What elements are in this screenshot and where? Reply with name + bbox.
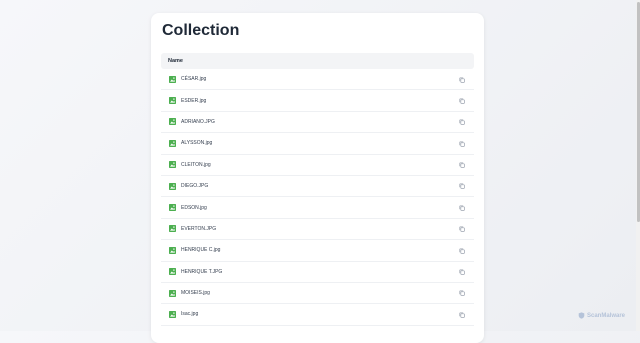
- file-table: Name CÉSAR.jpg ESDER.jpg ADRIANO.JPG ALYSSO…: [161, 53, 474, 326]
- image-file-icon: [169, 118, 176, 126]
- image-file-icon: [169, 75, 176, 83]
- image-file-icon: [169, 182, 176, 190]
- file-name[interactable]: ADRIANO.JPG: [181, 119, 215, 125]
- table-row[interactable]: MOISEIS.jpg: [161, 283, 474, 305]
- image-file-icon: [169, 161, 176, 169]
- scrollbar[interactable]: [636, 0, 640, 331]
- copy-icon[interactable]: [459, 312, 465, 318]
- copy-icon[interactable]: [459, 141, 465, 147]
- table-row[interactable]: CÉSAR.jpg: [161, 69, 474, 91]
- file-name[interactable]: EDSON.jpg: [181, 205, 207, 211]
- file-name[interactable]: ALYSSON.jpg: [181, 140, 212, 146]
- file-name[interactable]: CÉSAR.jpg: [181, 76, 206, 82]
- file-name[interactable]: Isac.jpg: [181, 311, 198, 317]
- table-row[interactable]: HENRIQUE C.jpg: [161, 240, 474, 262]
- file-name[interactable]: CLEITON.jpg: [181, 162, 211, 168]
- table-row[interactable]: ALYSSON.jpg: [161, 133, 474, 155]
- watermark-text: ScanMalware: [587, 312, 626, 319]
- table-row[interactable]: EDSON.jpg: [161, 197, 474, 219]
- table-row[interactable]: HENRIQUE T.JPG: [161, 262, 474, 283]
- file-name[interactable]: ESDER.jpg: [181, 98, 206, 104]
- copy-icon[interactable]: [459, 98, 465, 104]
- copy-icon[interactable]: [459, 119, 465, 126]
- copy-icon[interactable]: [459, 248, 465, 254]
- watermark: ScanMalware: [578, 312, 625, 319]
- image-file-icon: [169, 246, 176, 254]
- image-file-icon: [169, 204, 176, 212]
- table-header: Name: [161, 53, 474, 69]
- column-header-name: Name: [168, 58, 183, 64]
- image-file-icon: [169, 310, 176, 318]
- collection-card: Collection Name CÉSAR.jpg ESDER.jpg ADRIAN…: [151, 13, 484, 343]
- copy-icon[interactable]: [459, 269, 465, 275]
- table-row[interactable]: CLEITON.jpg: [161, 155, 474, 176]
- table-row[interactable]: ESDER.jpg: [161, 90, 474, 112]
- image-file-icon: [169, 289, 176, 297]
- page-title: Collection: [162, 22, 240, 39]
- table-row[interactable]: ADRIANO.JPG: [161, 112, 474, 134]
- image-file-icon: [169, 97, 176, 105]
- file-name[interactable]: MOISEIS.jpg: [181, 290, 210, 296]
- table-row[interactable]: EVERTON.JPG: [161, 219, 474, 241]
- table-body: CÉSAR.jpg ESDER.jpg ADRIANO.JPG ALYSSON.jpg…: [161, 69, 474, 326]
- file-name[interactable]: HENRIQUE C.jpg: [181, 247, 220, 253]
- scrollbar-thumb[interactable]: [636, 2, 640, 222]
- table-row[interactable]: Isac.jpg: [161, 304, 474, 326]
- file-name[interactable]: DIEGO.JPG: [181, 183, 208, 189]
- copy-icon[interactable]: [459, 226, 465, 232]
- table-row[interactable]: DIEGO.JPG: [161, 176, 474, 198]
- file-name[interactable]: HENRIQUE T.JPG: [181, 269, 222, 275]
- file-name[interactable]: EVERTON.JPG: [181, 226, 216, 232]
- image-file-icon: [169, 225, 176, 233]
- shield-icon: [578, 312, 585, 319]
- image-file-icon: [169, 139, 176, 147]
- copy-icon[interactable]: [459, 183, 465, 190]
- copy-icon[interactable]: [459, 290, 465, 297]
- copy-icon[interactable]: [459, 205, 465, 211]
- copy-icon[interactable]: [459, 162, 465, 168]
- image-file-icon: [169, 268, 176, 276]
- copy-icon[interactable]: [459, 77, 465, 83]
